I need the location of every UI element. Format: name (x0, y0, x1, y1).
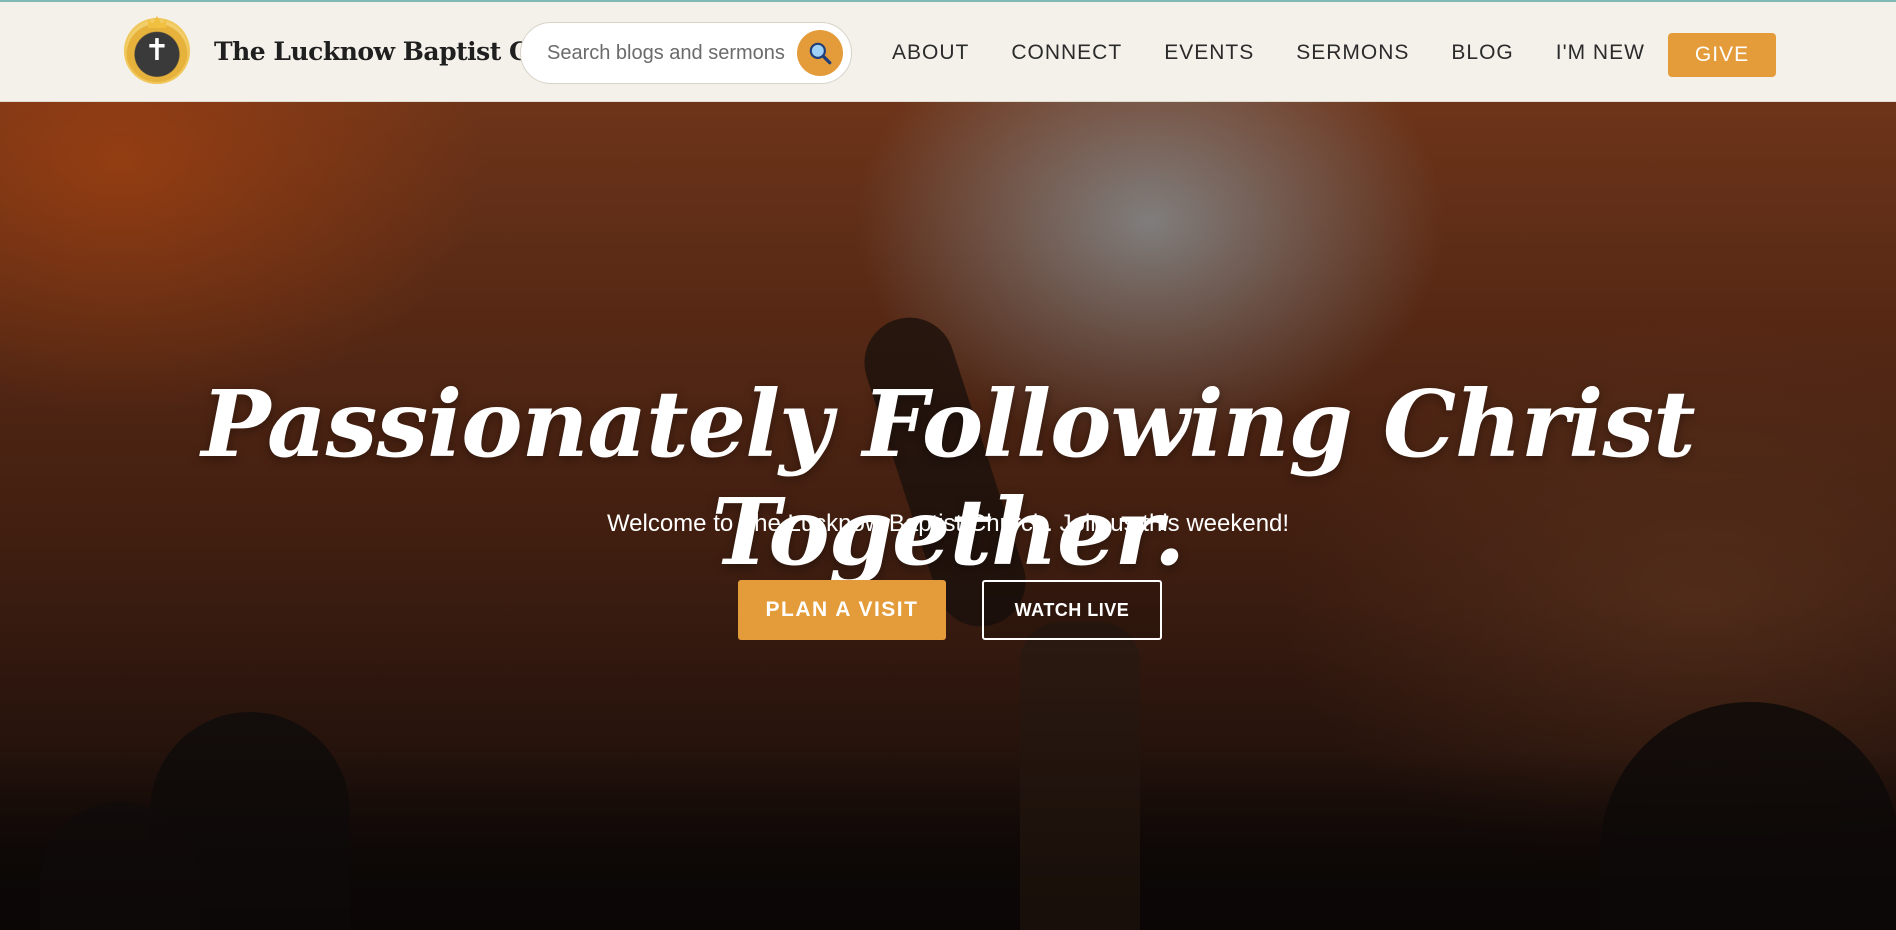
cross-icon: ✝ (144, 33, 170, 68)
search-icon (809, 42, 832, 65)
search-input[interactable] (547, 41, 787, 65)
site-header: ✝ The Lucknow Baptist Church ABOUT CONNE… (0, 2, 1896, 102)
crown-icon (148, 16, 166, 28)
nav-im-new[interactable]: I'M NEW (1556, 38, 1645, 68)
search-button[interactable] (797, 30, 843, 76)
nav-sermons[interactable]: SERMONS (1296, 38, 1409, 68)
give-button[interactable]: GIVE (1668, 33, 1776, 77)
nav-events[interactable]: EVENTS (1164, 38, 1254, 68)
hero-title: Passionately Following Christ Together. (201, 370, 1695, 586)
search-box (520, 22, 852, 84)
main-nav: ABOUT CONNECT EVENTS SERMONS BLOG I'M NE… (892, 38, 1687, 68)
nav-connect[interactable]: CONNECT (1011, 38, 1122, 68)
hero-subtitle: Welcome to The Lucknow Baptist Church. J… (606, 510, 1290, 537)
hero-section: Passionately Following Christ Together. … (0, 102, 1896, 930)
church-crest-icon: ✝ (124, 16, 190, 84)
plan-a-visit-button[interactable]: PLAN A VISIT (738, 580, 946, 640)
watch-live-button[interactable]: WATCH LIVE (982, 580, 1162, 640)
nav-blog[interactable]: BLOG (1451, 38, 1513, 68)
nav-about[interactable]: ABOUT (892, 38, 969, 68)
